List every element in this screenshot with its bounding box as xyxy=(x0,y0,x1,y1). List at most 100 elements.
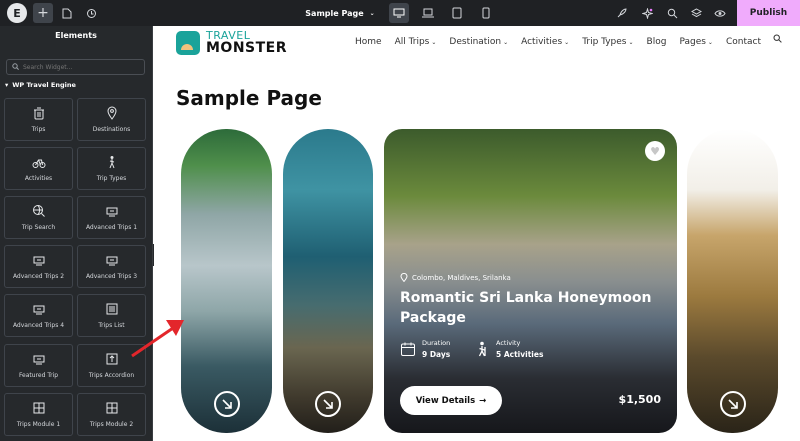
layers-icon[interactable] xyxy=(689,3,703,23)
widget-label: Featured Trip xyxy=(18,372,59,379)
publish-button[interactable]: Publish xyxy=(737,0,800,26)
widget-label: Trips xyxy=(31,126,46,133)
nav-pages[interactable]: Pages ⌄ xyxy=(679,37,713,47)
widget-label: Trip Types xyxy=(96,175,127,182)
category-header[interactable]: ▾ WP Travel Engine xyxy=(5,81,76,89)
widget-label: Advanced Trips 2 xyxy=(12,273,65,280)
nav-label: Blog xyxy=(646,37,667,47)
caret-down-icon: ▾ xyxy=(5,81,9,89)
widget-trips-module-1[interactable]: Trips Module 1 xyxy=(4,393,73,436)
widget-trip-search[interactable]: Trip Search xyxy=(4,196,73,239)
slider-icon xyxy=(106,207,117,217)
trip-card-beach[interactable] xyxy=(181,129,272,433)
rocket-icon[interactable] xyxy=(614,3,628,23)
nav-activities[interactable]: Activities ⌄ xyxy=(521,37,569,47)
trip-duration: Duration 9 Days xyxy=(400,339,450,359)
widget-label: Trips Module 2 xyxy=(89,421,134,428)
mobile-view-button[interactable] xyxy=(476,3,496,23)
widget-search-input[interactable] xyxy=(23,63,143,71)
plane-logo-icon xyxy=(176,30,200,55)
page-settings-icon[interactable] xyxy=(60,3,74,23)
widget-advanced-trips-4[interactable]: Advanced Trips 4 xyxy=(4,294,73,337)
chevron-down-icon: ⌄ xyxy=(564,39,570,46)
laptop-view-button[interactable] xyxy=(418,3,438,23)
widget-advanced-trips-3[interactable]: Advanced Trips 3 xyxy=(77,245,146,288)
desktop-view-button[interactable] xyxy=(389,3,409,23)
grid-icon xyxy=(106,402,117,414)
hiker-icon xyxy=(478,341,486,357)
panel-title: Elements xyxy=(55,31,97,40)
nav-label: Destination xyxy=(449,37,502,47)
widget-trips[interactable]: Trips xyxy=(4,98,73,141)
accordion-icon xyxy=(106,353,117,365)
widget-trips-module-2[interactable]: Trips Module 2 xyxy=(77,393,146,436)
widget-trip-types[interactable]: Trip Types xyxy=(77,147,146,190)
nav-all-trips[interactable]: All Trips ⌄ xyxy=(395,37,437,47)
widget-label: Advanced Trips 4 xyxy=(12,322,65,329)
widget-featured-trip[interactable]: Featured Trip xyxy=(4,344,73,387)
trip-card-featured[interactable]: ♥ Colombo, Maldives, Srilanka Romantic S… xyxy=(384,129,677,433)
arrow-circle-icon[interactable] xyxy=(315,391,341,417)
chevron-down-icon: ⌄ xyxy=(628,39,634,46)
site-logo[interactable]: TRAVEL MONSTER xyxy=(176,30,287,55)
arrow-circle-icon[interactable] xyxy=(719,391,746,417)
trip-card-sea[interactable] xyxy=(283,129,373,433)
annotation-arrow-icon xyxy=(131,320,184,358)
slider-icon xyxy=(33,256,44,266)
tablet-view-button[interactable] xyxy=(447,3,467,23)
nav-home[interactable]: Home xyxy=(355,37,382,47)
trip-location: Colombo, Maldives, Srilanka xyxy=(400,273,511,282)
nav-label: Trip Types xyxy=(582,37,627,47)
widget-advanced-trips-1[interactable]: Advanced Trips 1 xyxy=(77,196,146,239)
nav-trip-types[interactable]: Trip Types ⌄ xyxy=(582,37,633,47)
main-nav: Home All Trips ⌄ Destination ⌄ Activities ⌄… xyxy=(355,37,761,47)
nav-contact[interactable]: Contact xyxy=(726,37,761,47)
duration-value: 9 Days xyxy=(422,350,451,359)
list-icon xyxy=(106,303,117,315)
duration-label: Duration xyxy=(422,339,451,347)
nav-destination[interactable]: Destination ⌄ xyxy=(449,37,508,47)
widget-search[interactable] xyxy=(6,59,145,75)
editor-toolbar: E + Sample Page ⌄ Publish xyxy=(0,0,800,26)
nav-blog[interactable]: Blog xyxy=(647,37,667,47)
heart-icon[interactable]: ♥ xyxy=(645,141,665,161)
view-details-button[interactable]: View Details → xyxy=(400,386,502,415)
slider-icon xyxy=(33,355,44,365)
widgets-panel: Elements ▾ WP Travel Engine Trips Destin… xyxy=(0,26,153,441)
map-pin-icon xyxy=(400,273,408,282)
site-search-icon[interactable] xyxy=(773,34,782,46)
trip-card-buddha[interactable] xyxy=(687,129,778,433)
activity-value: 5 Activities xyxy=(496,350,544,359)
page-selector-label: Sample Page xyxy=(305,8,364,18)
widget-activities[interactable]: Activities xyxy=(4,147,73,190)
ai-sparkle-icon[interactable] xyxy=(640,3,654,23)
preview-eye-icon[interactable] xyxy=(713,3,727,23)
view-details-label: View Details xyxy=(415,395,476,406)
widget-destinations[interactable]: Destinations xyxy=(77,98,146,141)
map-pin-icon xyxy=(106,106,117,120)
widget-label: Trips List xyxy=(98,322,125,329)
arrow-circle-icon[interactable] xyxy=(213,391,240,417)
calendar-icon xyxy=(401,342,415,356)
chevron-down-icon: ⌄ xyxy=(431,39,437,46)
nav-label: Home xyxy=(355,37,382,47)
arrow-right-icon: → xyxy=(479,395,487,406)
trash-icon xyxy=(33,107,44,120)
nav-label: Pages xyxy=(679,37,706,47)
trip-title[interactable]: Romantic Sri Lanka Honeymoon Package xyxy=(400,288,670,329)
location-text: Colombo, Maldives, Srilanka xyxy=(412,273,511,282)
widget-advanced-trips-2[interactable]: Advanced Trips 2 xyxy=(4,245,73,288)
page-selector[interactable]: Sample Page ⌄ xyxy=(305,3,375,23)
trip-activity: Activity 5 Activities xyxy=(474,339,543,359)
page-title: Sample Page xyxy=(176,86,322,110)
add-element-button[interactable]: + xyxy=(33,3,53,23)
chevron-down-icon: ⌄ xyxy=(369,9,375,17)
elementor-logo-icon[interactable]: E xyxy=(7,3,27,23)
widget-label: Trip Search xyxy=(21,224,56,231)
history-icon[interactable] xyxy=(84,3,98,23)
widget-label: Trips Module 1 xyxy=(16,421,61,428)
logo-line-2: MONSTER xyxy=(206,40,288,56)
activity-label: Activity xyxy=(496,339,521,347)
search-icon[interactable] xyxy=(665,3,679,23)
grid-icon xyxy=(33,402,44,414)
